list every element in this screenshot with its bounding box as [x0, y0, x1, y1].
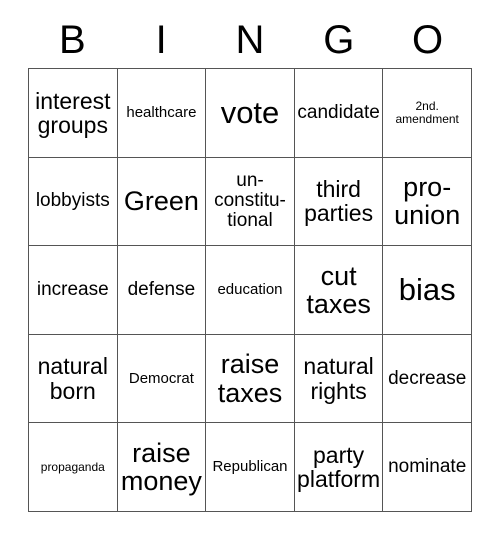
bingo-cell-r1c4[interactable]: candidate — [294, 69, 384, 158]
bingo-grid: interest groups healthcare vote candidat… — [28, 68, 472, 512]
bingo-cell-text: nominate — [388, 456, 467, 478]
bingo-cell-r2c4[interactable]: third parties — [294, 157, 384, 247]
bingo-cell-r5c3[interactable]: Republican — [206, 423, 295, 512]
bingo-cell-text: party platform — [297, 442, 381, 493]
bingo-cell-r1c5[interactable]: 2nd. amendment — [383, 69, 472, 158]
bingo-header-letter-i: I — [155, 18, 167, 62]
bingo-cell-r4c4[interactable]: natural rights — [294, 334, 384, 424]
bingo-cell-text: lobbyists — [35, 190, 110, 212]
bingo-cell-r4c5[interactable]: decrease — [383, 334, 472, 424]
bingo-cell-text: 2nd. amendment — [395, 99, 459, 126]
bingo-cell-r5c5[interactable]: nominate — [383, 423, 472, 512]
bingo-cell-text: defense — [127, 279, 196, 301]
bingo-header-letter-b: B — [59, 18, 86, 62]
bingo-cell-text: propaganda — [40, 459, 105, 474]
bingo-cell-text: increase — [36, 279, 109, 301]
bingo-cell-r4c3[interactable]: raise taxes — [206, 334, 295, 424]
bingo-cell-text: pro- union — [394, 172, 461, 231]
bingo-cell-r1c1[interactable]: interest groups — [29, 69, 118, 158]
bingo-cell-text: cut taxes — [306, 260, 371, 319]
bingo-cell-r1c3[interactable]: vote — [206, 69, 295, 158]
bingo-cell-text: decrease — [388, 367, 467, 389]
bingo-cell-text: natural rights — [303, 353, 374, 404]
bingo-cell-r3c2[interactable]: defense — [117, 246, 207, 335]
bingo-cell-r2c5[interactable]: pro- union — [383, 157, 472, 247]
bingo-cell-r1c2[interactable]: healthcare — [117, 69, 207, 158]
bingo-cell-r3c5[interactable]: bias — [383, 246, 472, 335]
bingo-header-letter-n: N — [235, 18, 265, 62]
bingo-cell-r3c4[interactable]: cut taxes — [294, 246, 384, 335]
bingo-cell-text: bias — [398, 271, 456, 307]
bingo-cell-r5c2[interactable]: raise money — [117, 423, 207, 512]
bingo-cell-text: raise taxes — [217, 349, 283, 408]
bingo-cell-text: Democrat — [128, 369, 194, 387]
bingo-cell-text: natural born — [37, 353, 108, 404]
bingo-cell-text: third parties — [304, 176, 374, 227]
bingo-cell-text: candidate — [297, 101, 380, 123]
bingo-cell-text: healthcare — [126, 103, 197, 121]
bingo-cell-text: raise money — [120, 437, 202, 497]
bingo-cell-r2c1[interactable]: lobbyists — [29, 157, 118, 247]
bingo-card: B I N G O interest groups healthcare vot… — [28, 12, 472, 514]
bingo-header-row: B I N G O — [28, 12, 472, 68]
bingo-cell-text: vote — [220, 94, 280, 130]
bingo-cell-r4c1[interactable]: natural born — [29, 334, 118, 424]
bingo-cell-r2c2[interactable]: Green — [117, 157, 207, 247]
bingo-cell-text: Republican — [212, 458, 288, 476]
bingo-cell-r4c2[interactable]: Democrat — [117, 334, 207, 424]
bingo-cell-r5c1[interactable]: propaganda — [29, 423, 118, 512]
bingo-cell-r3c3[interactable]: education — [206, 246, 295, 335]
bingo-cell-text: Green — [123, 186, 199, 217]
bingo-cell-text: education — [217, 281, 283, 299]
bingo-cell-r5c4[interactable]: party platform — [294, 423, 384, 512]
bingo-cell-text: interest groups — [35, 87, 111, 138]
bingo-header-letter-g: G — [323, 18, 355, 62]
bingo-cell-r3c1[interactable]: increase — [29, 246, 118, 335]
bingo-header-letter-o: O — [412, 18, 444, 62]
bingo-cell-r2c3[interactable]: un- constitu- tional — [206, 157, 295, 247]
bingo-cell-text: un- constitu- tional — [214, 170, 286, 232]
